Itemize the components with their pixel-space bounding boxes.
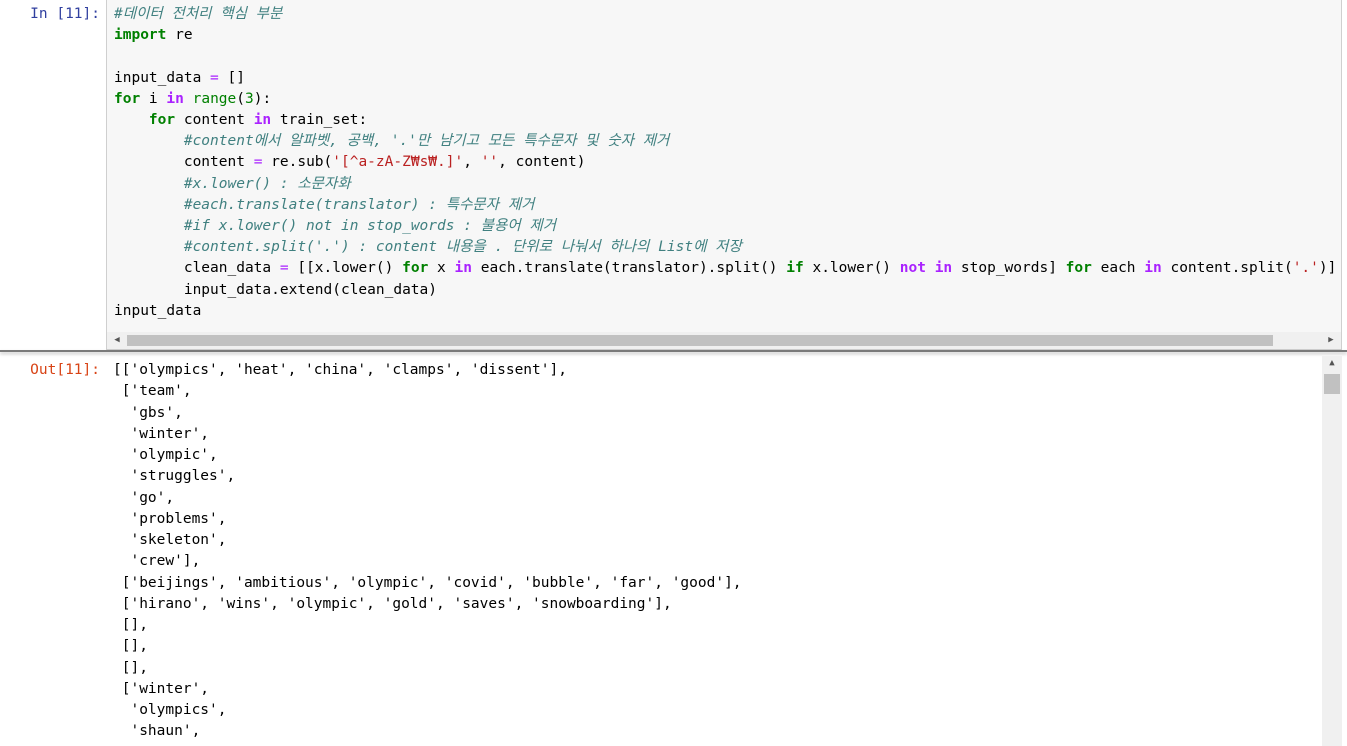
scroll-up-icon[interactable]: ▲ [1322,358,1342,368]
output-text: [['olympics', 'heat', 'china', 'clamps',… [113,362,742,740]
vertical-scroll-thumb[interactable] [1324,374,1340,394]
horizontal-scrollbar[interactable]: ◀ ▶ [107,332,1341,349]
code-text[interactable]: #데이터 전처리 핵심 부분 import re input_data = []… [114,4,1336,322]
input-prompt: In [11]: [30,6,100,22]
scroll-left-icon[interactable]: ◀ [109,332,125,349]
output-prompt: Out[11]: [30,362,100,378]
horizontal-scroll-thumb[interactable] [127,335,1273,346]
vertical-scrollbar[interactable]: ▲ [1322,356,1342,746]
cell-divider [0,350,1347,352]
scroll-right-icon[interactable]: ▶ [1323,332,1339,349]
code-editor[interactable]: #데이터 전처리 핵심 부분 import re input_data = []… [106,0,1342,350]
